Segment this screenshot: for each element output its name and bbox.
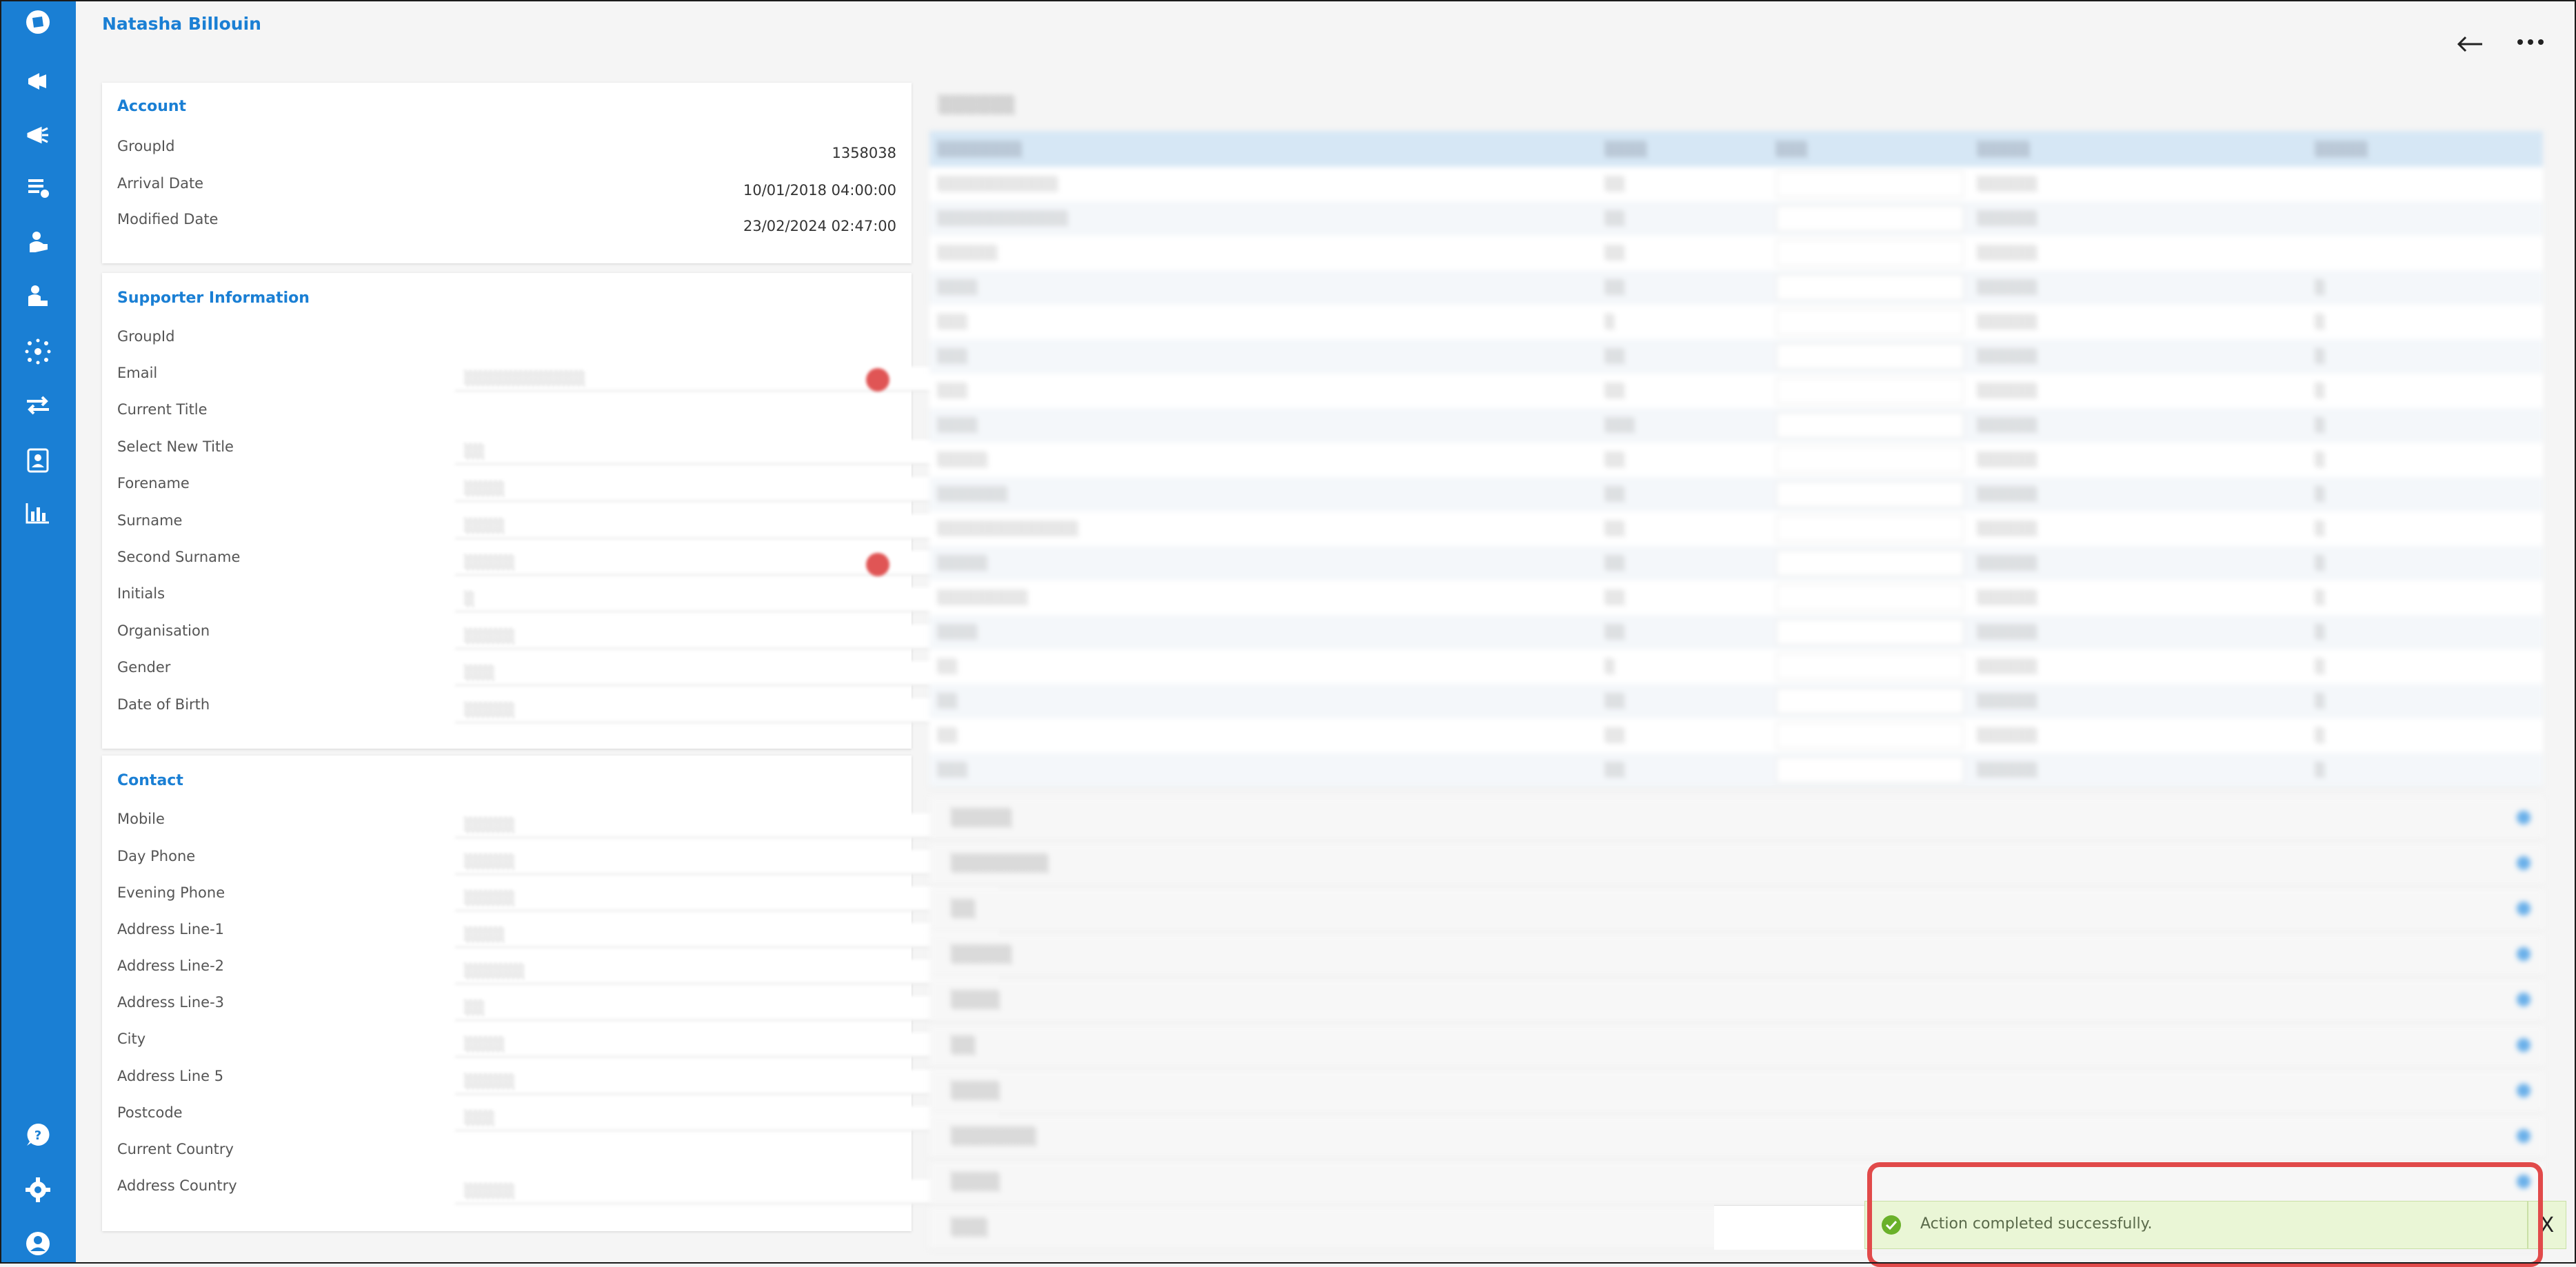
field-label: Postcode xyxy=(117,1104,183,1121)
table-row[interactable]: ░░░░░░░░░░░░░░ xyxy=(929,408,2543,443)
field-label: Gender xyxy=(117,659,171,676)
account-title: Account xyxy=(117,98,187,115)
network-icon[interactable] xyxy=(19,332,57,371)
logo-icon[interactable] xyxy=(19,3,57,41)
field-label: Email xyxy=(117,365,158,381)
transfer-icon[interactable] xyxy=(19,386,57,425)
field-label: Mobile xyxy=(117,811,165,827)
collapsible-section[interactable]: ░░ xyxy=(929,888,2543,931)
page-title: Natasha Billouin xyxy=(102,14,261,34)
sidebar-nav: ? xyxy=(0,0,76,1264)
supporter-card: Supporter Information GroupId Email Curr… xyxy=(102,273,998,749)
field-label: Surname xyxy=(117,512,183,529)
table-row[interactable]: ░░░ ░░ ░░░░░░ ░ xyxy=(929,753,2543,788)
report-icon[interactable] xyxy=(19,494,57,532)
help-icon[interactable]: ? xyxy=(19,1115,57,1154)
field-label: City xyxy=(117,1031,146,1047)
settings-icon[interactable] xyxy=(19,1170,57,1209)
table-row[interactable]: ░░░ ░░ ░░░░░░ ░ xyxy=(929,374,2543,409)
table-row[interactable]: ░░░░░░░ ░░ ░░░░░░ ░ xyxy=(929,477,2543,512)
field-label: Forename xyxy=(117,475,190,491)
svg-text:?: ? xyxy=(34,1128,41,1143)
field-label: Current Title xyxy=(117,401,208,418)
field-label: Address Line-3 xyxy=(117,994,225,1011)
contact-card: Contact Mobile Day Phone Evening Phone A… xyxy=(102,756,998,1231)
account-value: 1358038 xyxy=(832,145,896,161)
toast-backdrop xyxy=(1714,1205,1866,1250)
field-label: Initials xyxy=(117,585,165,602)
table-row[interactable]: ░░░░░░░░░░░ xyxy=(929,684,2543,719)
table-row[interactable]: ░░░░░░░░░░░ xyxy=(929,718,2543,753)
field-label: Date of Birth xyxy=(117,696,210,713)
campaign-out-icon[interactable] xyxy=(19,116,57,154)
collapsible-section[interactable]: ░░░░ xyxy=(929,979,2543,1022)
more-options-icon[interactable] xyxy=(2513,30,2548,54)
contact-title: Contact xyxy=(117,772,183,789)
supporter-icon[interactable] xyxy=(19,223,57,262)
preferences-panel: ░░░░░░ ░░░░░░░░ ░░░░ ░░░ ░░░░░ ░░░░░ ░░░… xyxy=(916,81,2543,1264)
collapsible-section[interactable]: ░░░░░ xyxy=(929,933,2543,977)
table-row[interactable]: ░░░░░░░░░░░░░ ░░ ░░░░░░ xyxy=(929,201,2543,236)
account-label: Arrival Date xyxy=(117,175,204,192)
account-icon[interactable] xyxy=(19,1224,57,1263)
field-label: Second Surname xyxy=(117,549,241,565)
table-row[interactable]: ░░░░░░░░░░░░░░ ░░ ░░░░░░ ░ xyxy=(929,511,2543,547)
account-label: GroupId xyxy=(117,138,175,154)
table-row[interactable]: ░░░░░░░░░░░ xyxy=(929,305,2543,340)
field-label: Address Country xyxy=(117,1177,237,1194)
second-surname-error-icon xyxy=(866,553,889,576)
table-row[interactable]: ░░░░░░░░░░░░░░ xyxy=(929,236,2543,271)
email-error-icon xyxy=(866,368,889,392)
contact-card-icon[interactable] xyxy=(19,441,57,480)
field-label: Day Phone xyxy=(117,848,196,864)
collapsible-section[interactable]: ░░░░░░░░ xyxy=(929,842,2543,886)
collapsible-section[interactable]: ░░░░░░░ xyxy=(929,1115,2543,1159)
collapsible-section[interactable]: ░░░░ xyxy=(929,1070,2543,1113)
table-row[interactable]: ░░ ░ ░░░░░░ ░ xyxy=(929,649,2543,685)
account-card: Account GroupId 1358038 Arrival Date 10/… xyxy=(102,83,912,263)
table-row[interactable]: ░░░░░░░░░░░░░░ xyxy=(929,546,2543,581)
table-row[interactable]: ░░░░░░░░░ ░░ ░░░░░░ ░ xyxy=(929,580,2543,616)
field-label: Organisation xyxy=(117,622,210,639)
collapsible-section[interactable]: ░░░░░ xyxy=(929,797,2543,840)
account-value: 10/01/2018 04:00:00 xyxy=(743,182,896,199)
back-arrow-icon[interactable] xyxy=(2455,30,2486,58)
field-label: Address Line-1 xyxy=(117,921,225,937)
table-row[interactable]: ░░░░ ░░ ░░░░░░ ░ xyxy=(929,615,2543,650)
volunteer-icon[interactable] xyxy=(19,277,57,316)
account-value: 23/02/2024 02:47:00 xyxy=(743,218,896,234)
campaign-icon[interactable] xyxy=(19,62,57,101)
field-label: Address Line 5 xyxy=(117,1068,224,1084)
field-label: Select New Title xyxy=(117,438,234,455)
field-label: Evening Phone xyxy=(117,884,225,901)
supporter-title: Supporter Information xyxy=(117,290,310,307)
collapsible-section[interactable]: ░░ xyxy=(929,1024,2543,1068)
table-row[interactable]: ░░░░░░░░░░░░ ░░ ░░░░░░ xyxy=(929,167,2543,202)
highlight-box xyxy=(1867,1162,2543,1267)
field-label: Current Country xyxy=(117,1141,234,1157)
table-row[interactable]: ░░░ ░░ ░░░░░░ ░ xyxy=(929,339,2543,374)
panel-title: ░░░░░░ xyxy=(939,95,1016,114)
table-header: ░░░░░░░░ ░░░░ ░░░ ░░░░░ ░░░░░ xyxy=(929,131,2543,167)
table-row[interactable]: ░░░░ ░░ ░░░░░░ ░ xyxy=(929,270,2543,305)
field-label: GroupId xyxy=(117,328,175,345)
field-label: Address Line-2 xyxy=(117,957,225,974)
account-label: Modified Date xyxy=(117,211,219,227)
list-icon[interactable] xyxy=(19,168,57,207)
table-row[interactable]: ░░░░░░░░░░░░░░ xyxy=(929,443,2543,478)
